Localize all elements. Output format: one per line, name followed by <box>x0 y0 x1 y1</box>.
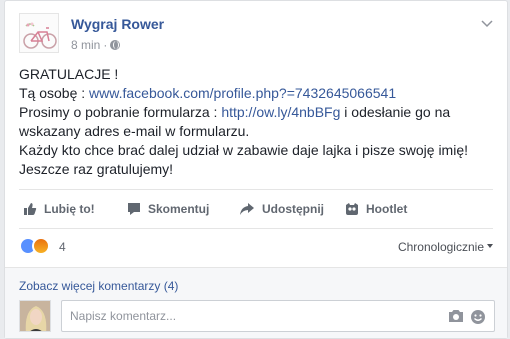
page-name[interactable]: Wygraj Rower <box>71 16 164 32</box>
bicycle-avatar <box>20 14 58 52</box>
avatar[interactable] <box>19 300 51 332</box>
post-line: Tą osobę : www.facebook.com/profile.php?… <box>19 84 493 103</box>
comment-input[interactable] <box>70 307 410 325</box>
share-label: Udostępnij <box>262 202 324 216</box>
line-suffix: i odesłanie go na <box>340 104 451 120</box>
divider <box>19 228 493 229</box>
comment-label: Skomentuj <box>148 202 210 216</box>
action-bar: Lubię to! Skomentuj Udostępnij Hootlet <box>19 196 493 222</box>
profile-link[interactable]: www.facebook.com/profile.php?=7432645066… <box>89 85 396 101</box>
line-prefix: Prosimy o pobranie formularza : <box>19 104 222 120</box>
post-line: Jeszcze raz gratulujemy! <box>19 161 174 177</box>
share-icon <box>240 203 254 215</box>
user-avatar-image <box>20 301 50 331</box>
post-header: Wygraj Rower 8 min · <box>19 13 493 57</box>
post-card: Wygraj Rower 8 min · GRATULACJE ! Tą osob… <box>4 0 508 339</box>
post-line: GRATULACJE ! <box>19 66 119 82</box>
chevron-down-icon[interactable] <box>481 17 493 29</box>
line-prefix: Tą osobę : <box>19 85 90 101</box>
share-button[interactable]: Udostępnij <box>239 196 324 222</box>
comment-box <box>61 300 495 332</box>
reactions-bar: 4 Chronologicznie <box>19 237 493 259</box>
like-icon <box>24 203 37 215</box>
like-button[interactable]: Lubię to! <box>23 196 95 222</box>
post-time[interactable]: 8 min <box>71 38 100 52</box>
order-label: Chronologicznie <box>397 240 484 254</box>
caret-down-icon <box>487 244 493 248</box>
hootlet-button[interactable]: Hootlet <box>345 196 407 222</box>
globe-icon[interactable] <box>110 40 121 50</box>
post-meta: 8 min · <box>71 38 121 52</box>
comments-section: Zobacz więcej komentarzy (4) <box>5 267 507 338</box>
camera-icon[interactable] <box>448 309 464 323</box>
post-line: Każdy kto chce brać dalej udział w zabaw… <box>19 142 468 158</box>
post-text: GRATULACJE ! Tą osobę : www.facebook.com… <box>19 65 493 179</box>
like-label: Lubię to! <box>44 202 95 216</box>
divider <box>19 189 493 190</box>
view-more-comments-link[interactable]: Zobacz więcej komentarzy (4) <box>19 279 178 293</box>
hootlet-icon <box>346 203 358 215</box>
comment-button[interactable]: Skomentuj <box>127 196 209 222</box>
hootlet-label: Hootlet <box>366 202 408 216</box>
page-avatar[interactable] <box>19 13 59 53</box>
post-line: Prosimy o pobranie formularza : http://o… <box>19 103 493 122</box>
reaction-count[interactable]: 4 <box>59 240 66 254</box>
post-line: wskazany adres e-mail w formularzu. <box>19 123 250 139</box>
sticker-icon[interactable] <box>470 309 486 325</box>
comment-icon <box>128 203 140 215</box>
form-link[interactable]: http://ow.ly/4nbBFg <box>221 104 340 120</box>
angry-reaction-icon[interactable] <box>32 237 50 255</box>
comment-order-dropdown[interactable]: Chronologicznie <box>398 240 493 254</box>
meta-separator: · <box>103 38 108 52</box>
